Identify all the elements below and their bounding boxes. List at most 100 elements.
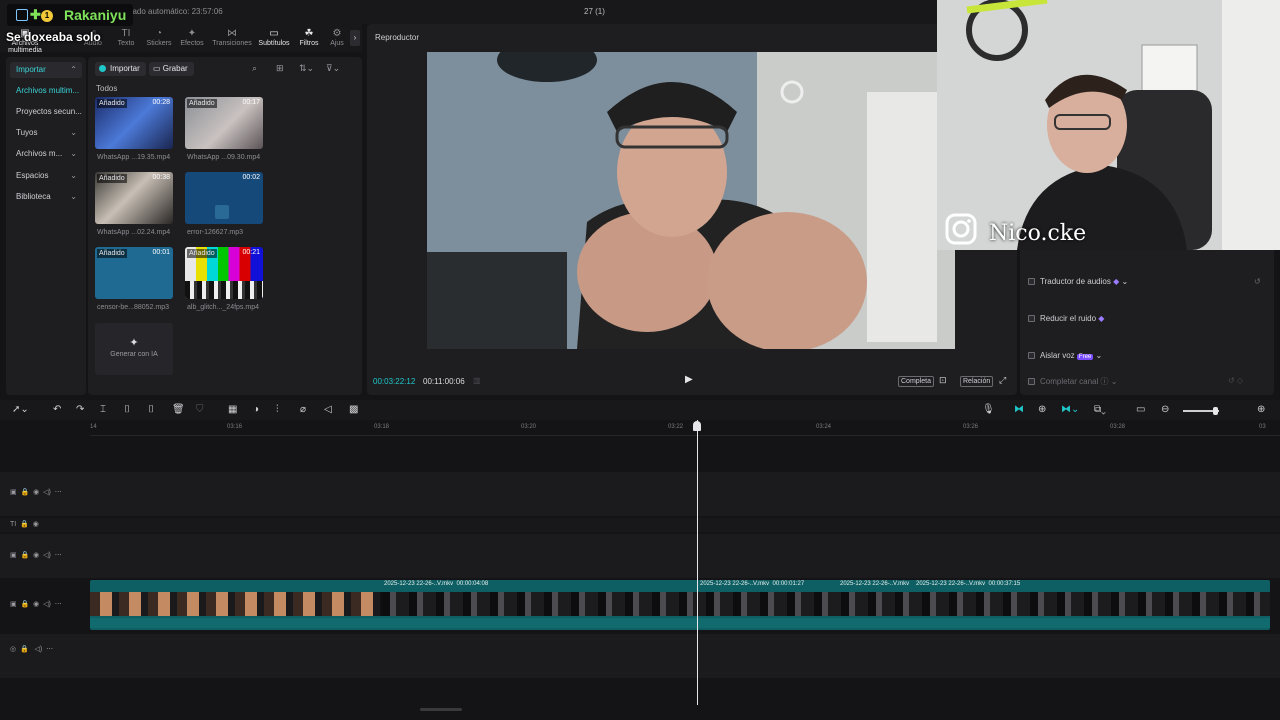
audio-track-controls[interactable]: ◎ 🔒 ◁) ⋯	[10, 645, 53, 653]
sidebar-item-spaces[interactable]: Espacios ⌄	[10, 168, 82, 184]
record-button[interactable]: ▭ Grabar	[149, 62, 194, 76]
clip-segment-label[interactable]: 2025-12-23 22-26-..V.mkv 00:00:37:15	[916, 581, 1020, 590]
microphone-icon[interactable]: 🎙	[982, 404, 995, 415]
track-row-audio[interactable]	[0, 634, 1280, 678]
chevron-right-icon[interactable]: ›	[350, 30, 360, 46]
clip-duration: 00:17	[242, 99, 260, 106]
track-header-controls[interactable]: ▣ 🔒 ◉ ◁) ⋯	[10, 488, 62, 496]
text-track-controls[interactable]: TI 🔒 ◉	[10, 520, 39, 528]
sidebar-item-secondary-projects[interactable]: Proyectos secun...	[10, 104, 82, 120]
video-preview[interactable]	[427, 52, 955, 349]
trim-right-icon[interactable]: ⌷	[148, 404, 154, 415]
webcam-overlay: Nico.cke	[937, 0, 1280, 250]
media-clip[interactable]: 00:02	[185, 172, 263, 224]
track-header-controls[interactable]: ▣ 🔒 ◉ ◁) ⋯	[10, 551, 62, 559]
project-title: 27 (1)	[584, 7, 605, 16]
full-quality-button[interactable]: Completa	[898, 376, 934, 387]
clip-segment-label[interactable]: 2025-12-23 22-26-..V.mkv	[840, 581, 909, 590]
split-icon[interactable]: ⌶	[100, 404, 106, 415]
noise-reduction-option[interactable]: Reducir el ruido ◆	[1028, 314, 1104, 323]
checkbox[interactable]	[1028, 352, 1035, 359]
media-clip[interactable]: Añadido 00:28	[95, 97, 173, 149]
subtitles-icon: ▭	[269, 28, 279, 39]
grid-view-icon[interactable]: ⊞	[276, 63, 284, 74]
zoom-slider[interactable]	[1183, 407, 1219, 415]
reset-icon[interactable]: ↺ ◇	[1228, 376, 1243, 385]
tool-filters[interactable]: ☘ Filtros	[294, 24, 324, 52]
clip-segment-label[interactable]: 2025-12-23 22-26-..V.mkv 00:00:01:27	[700, 581, 804, 590]
audio-translator-option[interactable]: Traductor de audios ◆ ⌄	[1028, 277, 1128, 286]
trim-left-icon[interactable]: ⌷	[124, 404, 130, 415]
generate-ai-button[interactable]: ✦ Generar con IA	[95, 323, 173, 375]
zoom-icon[interactable]: ⊡	[939, 375, 947, 386]
freeze-icon[interactable]: ▩	[349, 404, 358, 415]
zoom-in-icon[interactable]: ⊕	[1257, 404, 1265, 415]
media-clip[interactable]: Añadido 00:17	[185, 97, 263, 149]
time-ruler[interactable]: 14 03:16 03:18 03:20 03:22 03:24 03:26 0…	[90, 420, 1280, 436]
magnet-icon[interactable]: ⧓	[1014, 404, 1024, 415]
playhead-handle[interactable]	[693, 421, 701, 431]
zoom-out-icon[interactable]: ⊖	[1161, 404, 1169, 415]
adjust-sliders-icon[interactable]: ⫶	[276, 404, 279, 415]
media-sidebar: Importar ⌃ Archivos multim... Proyectos s…	[6, 57, 86, 395]
filter-icon[interactable]: ⊽⌄	[326, 63, 340, 74]
tool-effects[interactable]: ✦ Efectos	[176, 24, 208, 52]
waveform-icon[interactable]: ▥	[473, 376, 481, 385]
media-clip[interactable]: Añadido 00:21	[185, 247, 263, 299]
sidebar-item-media-more[interactable]: Archivos m... ⌄	[10, 146, 82, 162]
track-row-overlay-2[interactable]	[0, 534, 1280, 578]
sidebar-item-media-files[interactable]: Archivos multim...	[10, 83, 82, 99]
speed-icon[interactable]: ⌀	[300, 404, 306, 415]
clip-segment-label[interactable]: 2025-12-23 22-26-..V.mkv 00:00:04:08	[384, 581, 488, 590]
clip-name: censor-be...88052.mp3	[97, 304, 169, 311]
aspect-ratio-button[interactable]: Relación	[960, 376, 994, 387]
tool-transitions[interactable]: ⋈ Transiciones	[210, 24, 254, 52]
checkbox[interactable]	[1028, 378, 1035, 385]
stream-overlay-tag: ✚ 1 Rakaniyu	[7, 4, 133, 26]
added-badge: Añadido	[97, 174, 127, 183]
preview-axis-icon[interactable]: ⧓⌄	[1061, 404, 1079, 415]
select-tool-icon[interactable]: ➚⌄	[12, 404, 29, 415]
redo-icon[interactable]: ↷	[76, 404, 84, 415]
checkbox[interactable]	[1028, 315, 1035, 322]
tool-text[interactable]: TI Texto	[110, 24, 142, 52]
main-video-track[interactable]: 2025-12-23 22-26-..V.mkv 00:00:04:08 202…	[90, 580, 1270, 630]
search-icon[interactable]: ⌕	[252, 63, 257, 74]
player-title: Reproductor	[375, 33, 420, 42]
isolate-voice-option[interactable]: Aislar voz Free ⌄	[1028, 351, 1102, 360]
track-row-overlay-1[interactable]	[0, 472, 1280, 516]
tool-subtitles[interactable]: ▭ Subtítulos	[256, 24, 292, 52]
added-badge: Añadido	[187, 249, 217, 258]
track-row-text[interactable]	[0, 518, 1280, 532]
tool-adjust[interactable]: ⚙ Ajus	[326, 24, 348, 52]
link-icon[interactable]: ⊕	[1038, 404, 1046, 415]
sidebar-item-import[interactable]: Importar ⌃	[10, 62, 82, 78]
horizontal-scrollbar[interactable]	[420, 708, 462, 711]
plus-icon: ✚	[30, 7, 41, 22]
snap-icon[interactable]: ⧉⌄	[1094, 404, 1106, 415]
fullscreen-icon[interactable]: ⤢	[999, 375, 1006, 386]
main-track-controls[interactable]: ▣ 🔒 ◉ ◁) ⋯	[10, 600, 62, 608]
zoom-slider-handle[interactable]	[1213, 407, 1218, 415]
level-badge: 1	[41, 10, 53, 22]
import-button[interactable]: Importar	[95, 62, 146, 76]
complete-channel-option[interactable]: Completar canal ⓘ ⌄	[1028, 376, 1117, 387]
sort-icon[interactable]: ⇅⌄	[299, 63, 314, 74]
checkbox[interactable]	[1028, 278, 1035, 285]
reset-icon[interactable]: ↺	[1254, 277, 1261, 286]
media-clip[interactable]: Añadido 00:01	[95, 247, 173, 299]
sidebar-item-yours[interactable]: Tuyos ⌄	[10, 125, 82, 141]
caption-icon[interactable]: ▭	[1136, 404, 1145, 415]
play-icon[interactable]: ▶	[685, 374, 693, 385]
mask-icon[interactable]: ◑	[253, 404, 259, 415]
total-timecode: 00:11:00:06	[423, 377, 465, 386]
shield-icon[interactable]: ⛉	[196, 404, 204, 415]
audio-split-icon[interactable]: ◁	[324, 404, 332, 415]
sidebar-item-library[interactable]: Biblioteca ⌄	[10, 189, 82, 205]
delete-icon[interactable]: 🗑	[172, 404, 185, 415]
playhead[interactable]	[693, 420, 701, 705]
crop-icon[interactable]: ▦	[228, 404, 237, 415]
media-clip[interactable]: Añadido 00:38	[95, 172, 173, 224]
undo-icon[interactable]: ↶	[53, 404, 61, 415]
tool-stickers[interactable]: ◔ Stickers	[142, 24, 176, 52]
